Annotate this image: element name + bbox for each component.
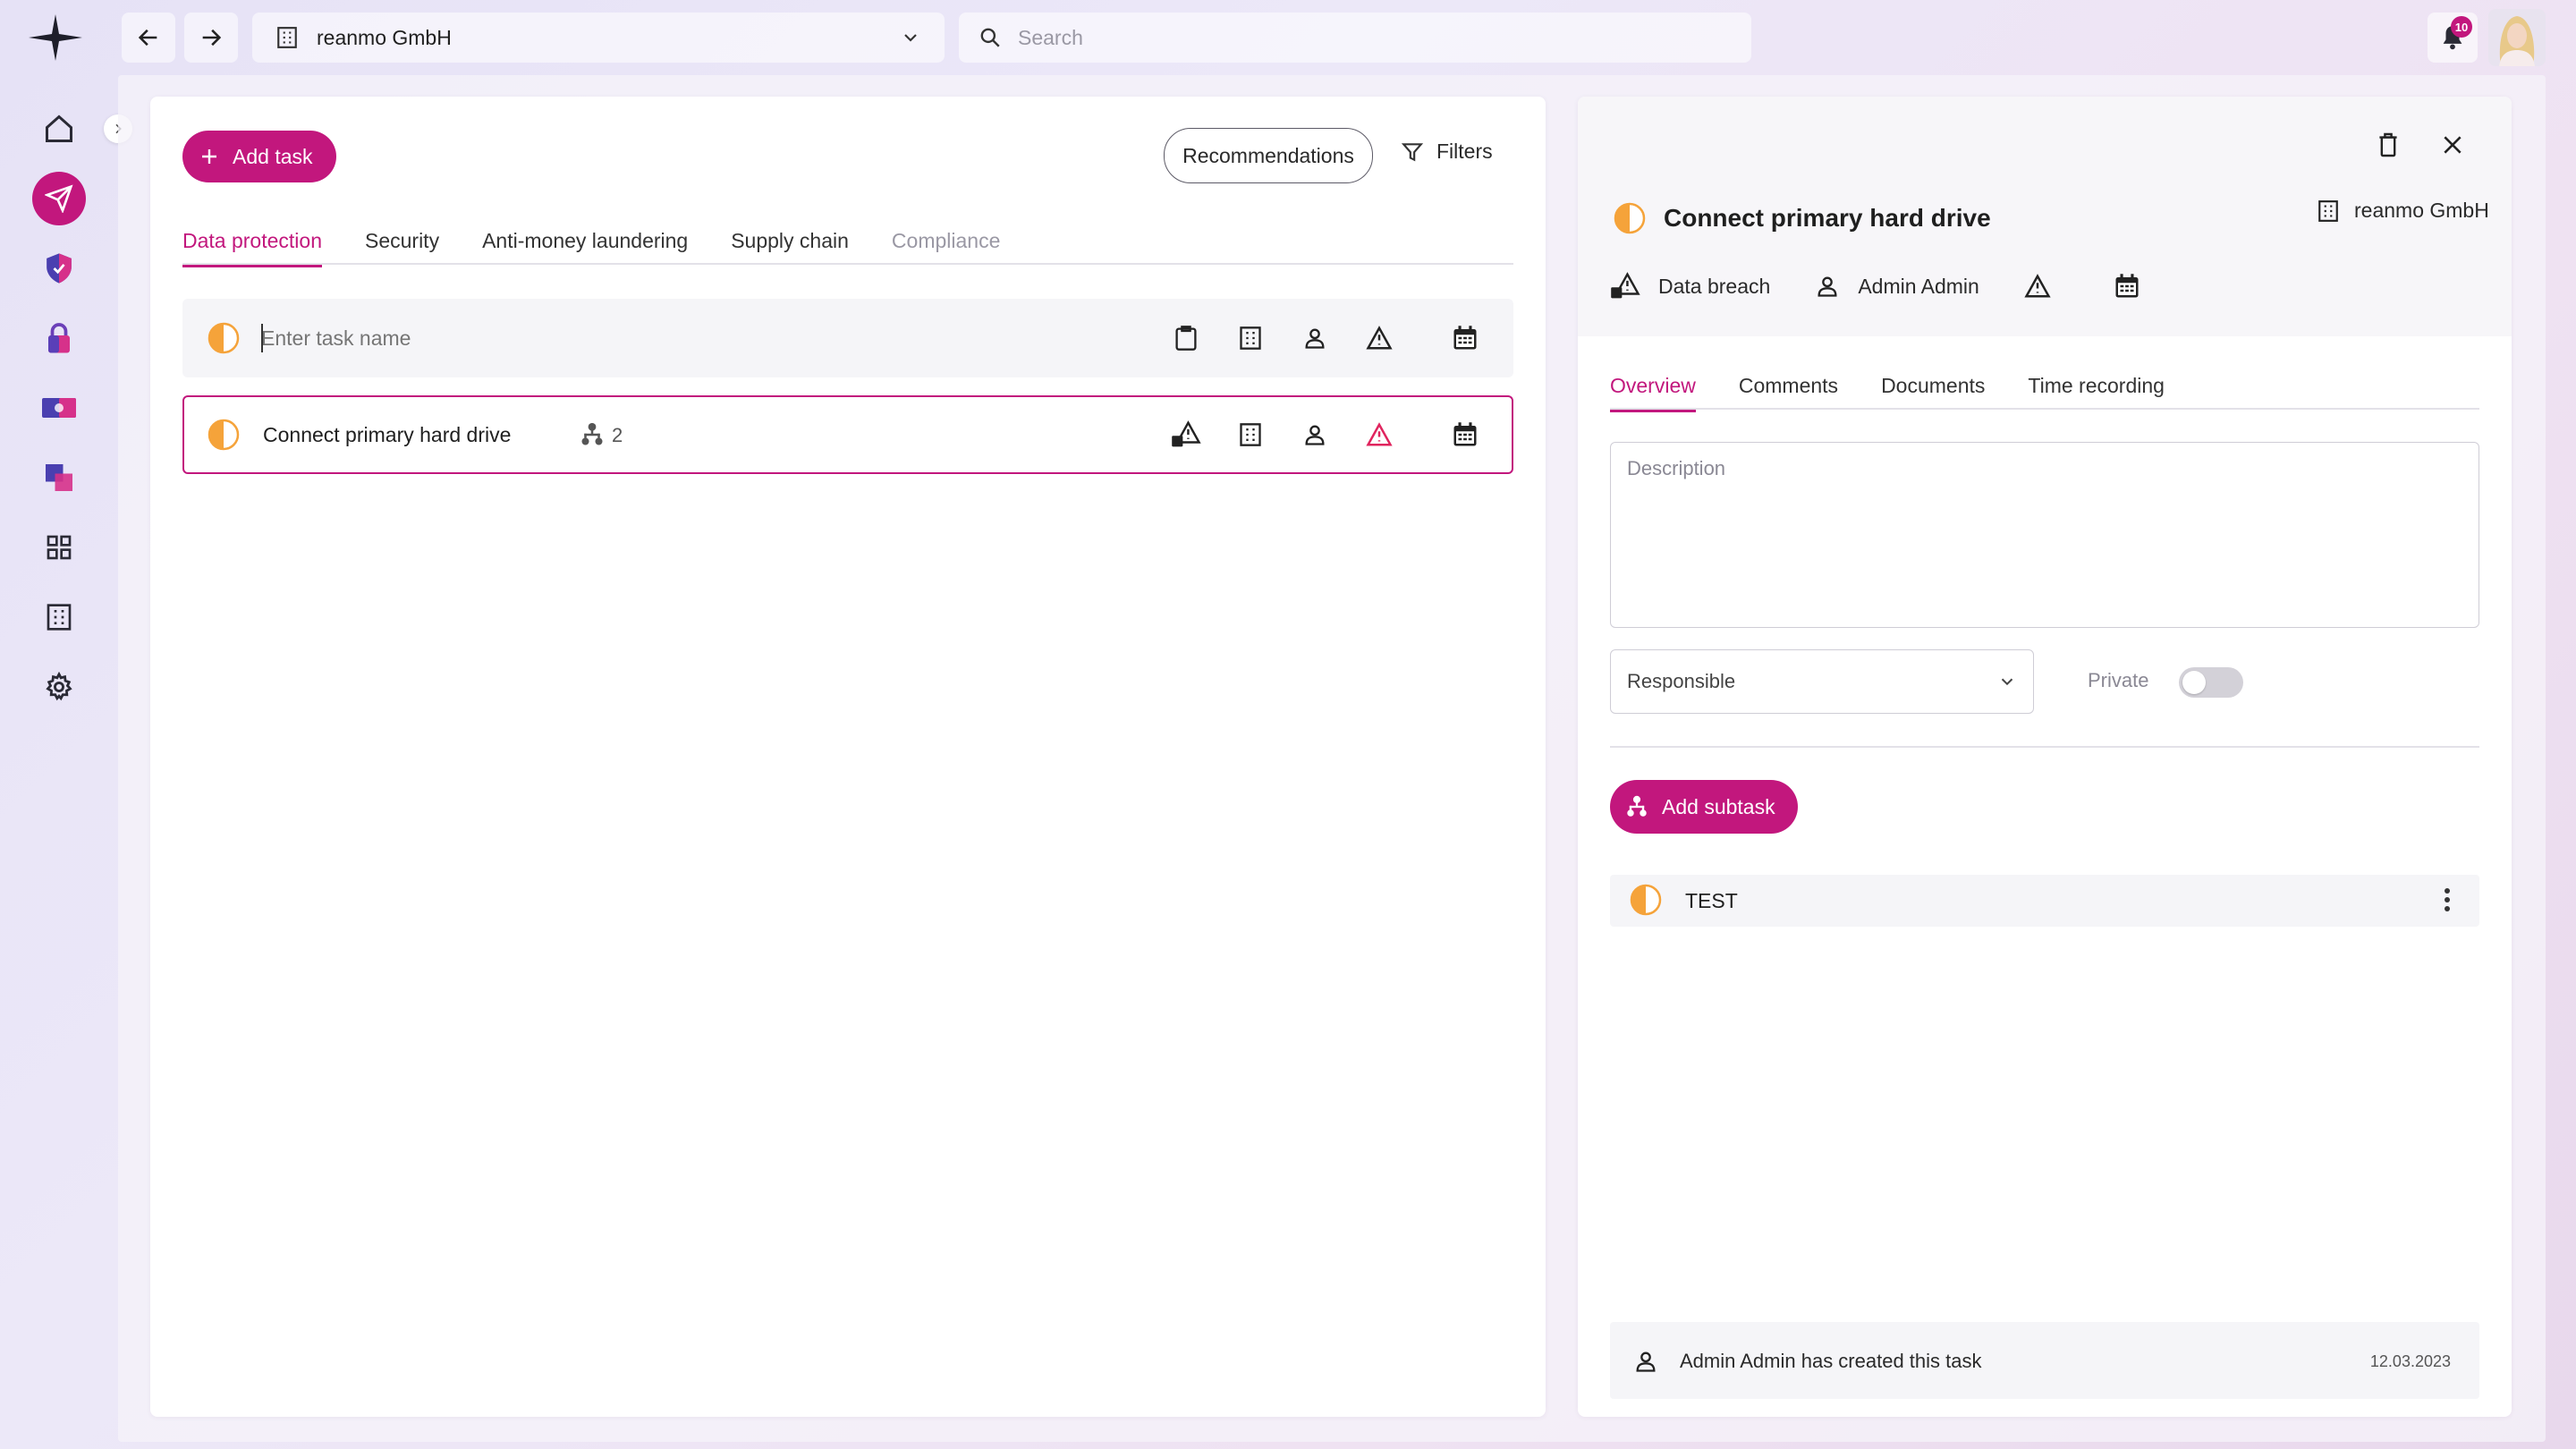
detail-category[interactable]: Data breach [1658, 275, 1770, 299]
tab-documents[interactable]: Documents [1881, 374, 1985, 411]
tab-compliance[interactable]: Compliance [892, 229, 1000, 266]
text-cursor [261, 324, 263, 352]
settings-gear-icon[interactable] [32, 660, 86, 714]
tasks-send-icon[interactable] [32, 172, 86, 225]
subtask-count: 2 [612, 424, 623, 446]
add-task-label: Add task [233, 144, 313, 168]
building-icon[interactable] [1234, 419, 1267, 451]
money-icon[interactable] [32, 381, 86, 435]
task-list-panel [150, 97, 1546, 1417]
organization-select[interactable]: reanmo GmbH [252, 13, 945, 63]
filter-funnel-icon [1401, 140, 1424, 164]
private-toggle-knob[interactable] [2182, 671, 2206, 694]
recommendations-button[interactable]: Recommendations [1164, 128, 1373, 183]
warning-triangle-icon[interactable] [1363, 322, 1395, 354]
lock-icon[interactable] [32, 311, 86, 365]
calendar-icon[interactable] [2114, 273, 2140, 300]
section-divider [1610, 746, 2479, 748]
add-task-button[interactable]: Add task [182, 131, 336, 182]
add-subtask-button[interactable]: Add subtask [1610, 780, 1798, 834]
activity-text: Admin Admin has created this task [1680, 1350, 1982, 1372]
building-icon[interactable] [1234, 322, 1267, 354]
private-label: Private [2088, 669, 2149, 691]
organization-building-icon[interactable] [32, 590, 86, 644]
notification-count-badge: 10 [2451, 16, 2472, 38]
person-icon[interactable] [1815, 274, 1840, 299]
dashboard-grid-icon[interactable] [32, 521, 86, 574]
activity-date: 12.03.2023 [2369, 1352, 2451, 1370]
search-input[interactable]: Search [959, 13, 1751, 63]
shield-icon[interactable] [32, 242, 86, 295]
delete-trash-icon[interactable] [2372, 129, 2404, 161]
organization-name: reanmo GmbH [317, 25, 452, 49]
back-button[interactable] [122, 13, 175, 63]
recommendations-label: Recommendations [1182, 143, 1354, 167]
tabs-divider [182, 263, 1513, 265]
data-breach-icon[interactable] [1610, 272, 1640, 301]
calendar-icon[interactable] [1449, 419, 1481, 451]
tab-comments[interactable]: Comments [1739, 374, 1838, 411]
detail-assignee[interactable]: Admin Admin [1858, 275, 1979, 299]
more-vertical-icon[interactable] [2431, 884, 2463, 916]
warning-triangle-icon[interactable] [1363, 419, 1395, 451]
responsible-select[interactable]: Responsible [1610, 649, 2034, 714]
data-breach-icon[interactable] [1170, 419, 1202, 451]
home-icon[interactable] [32, 102, 86, 156]
detail-org-name: reanmo GmbH [2354, 199, 2489, 222]
chevron-down-icon [900, 27, 921, 48]
tab-data-protection[interactable]: Data protection [182, 229, 322, 267]
status-half-icon[interactable] [208, 419, 240, 451]
filters-button[interactable]: Filters [1401, 140, 1493, 164]
forward-button[interactable] [184, 13, 238, 63]
building-icon [2317, 199, 2340, 223]
detail-tabs: Overview Comments Documents Time recordi… [1610, 374, 2207, 412]
category-tabs: Data protection Security Anti-money laun… [182, 229, 1043, 267]
detail-meta-row: Data breach Admin Admin [1610, 272, 2140, 301]
subtasks-hierarchy-icon [576, 419, 608, 451]
task-name-input[interactable] [261, 322, 798, 354]
person-icon [1630, 1345, 1662, 1377]
status-half-icon[interactable] [1614, 202, 1646, 234]
subtask-name[interactable]: TEST [1685, 889, 1738, 913]
detail-org[interactable]: reanmo GmbH [2317, 199, 2489, 223]
description-placeholder: Description [1627, 457, 1726, 479]
clipboard-icon[interactable] [1170, 322, 1202, 354]
search-icon [979, 26, 1002, 49]
left-rail [0, 0, 132, 1449]
tab-anti-money-laundering[interactable]: Anti-money laundering [482, 229, 688, 266]
subtask-row[interactable] [1610, 875, 2479, 927]
plus-icon [199, 146, 220, 167]
building-icon [275, 26, 299, 49]
detail-title[interactable]: Connect primary hard drive [1664, 204, 1991, 233]
responsible-label: Responsible [1627, 670, 1736, 692]
tab-security[interactable]: Security [365, 229, 439, 266]
subtasks-hierarchy-icon [1624, 794, 1649, 819]
calendar-icon[interactable] [1449, 322, 1481, 354]
status-half-icon[interactable] [208, 322, 240, 354]
description-textarea[interactable]: Description [1610, 442, 2479, 628]
tab-supply-chain[interactable]: Supply chain [731, 229, 849, 266]
search-placeholder: Search [1018, 25, 1083, 49]
tab-time-recording[interactable]: Time recording [2028, 374, 2165, 411]
add-subtask-label: Add subtask [1662, 794, 1775, 818]
filters-label: Filters [1436, 140, 1493, 163]
close-icon[interactable] [2436, 129, 2469, 161]
detail-tabs-divider [1610, 408, 2479, 410]
task-name[interactable]: Connect primary hard drive [263, 423, 511, 447]
supply-chain-icon[interactable] [32, 451, 86, 504]
tab-overview[interactable]: Overview [1610, 374, 1696, 412]
app-logo-icon[interactable] [27, 13, 84, 63]
chevron-down-icon [1997, 672, 2017, 691]
person-icon[interactable] [1299, 419, 1331, 451]
person-icon[interactable] [1299, 322, 1331, 354]
status-half-icon[interactable] [1630, 884, 1662, 916]
user-avatar[interactable] [2488, 9, 2546, 66]
warning-triangle-icon[interactable] [2024, 274, 2051, 299]
